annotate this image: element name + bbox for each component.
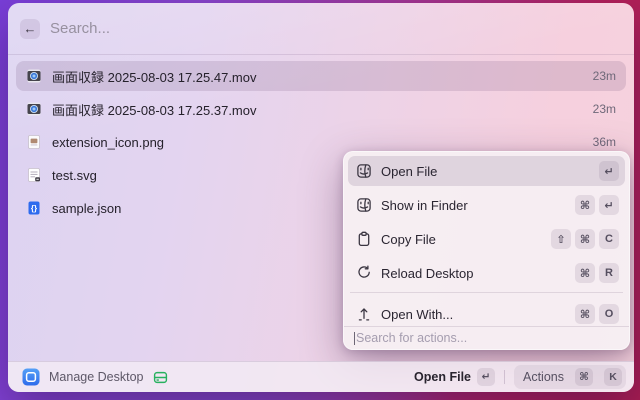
menu-item-label: Open File	[381, 164, 437, 179]
key-cmd: ⌘	[575, 304, 595, 324]
open-with-icon	[356, 306, 372, 322]
text-caret	[354, 332, 355, 345]
search-bar: ←	[8, 3, 634, 55]
drive-icon	[153, 370, 168, 385]
manage-desktop-app-icon	[22, 368, 40, 386]
back-button[interactable]: ←	[20, 19, 40, 39]
menu-item-open-file[interactable]: Open File ↵	[348, 156, 625, 186]
menu-item-reload-desktop[interactable]: Reload Desktop ⌘ R	[348, 258, 625, 288]
svg-file-icon	[26, 167, 42, 183]
footer-divider	[504, 370, 505, 384]
file-name: 画面収録 2025-08-03 17.25.47.mov	[52, 67, 257, 86]
movie-file-icon	[26, 101, 42, 117]
json-file-icon: {}	[26, 200, 42, 216]
file-name: extension_icon.png	[52, 135, 164, 150]
primary-action-label: Open File	[414, 370, 471, 384]
actions-search-bar	[344, 326, 629, 349]
file-age: 23m	[593, 102, 616, 116]
key-return: ↵	[599, 195, 619, 215]
primary-action-button[interactable]: Open File ↵	[414, 368, 495, 386]
key-cmd: ⌘	[575, 368, 593, 386]
menu-item-label: Copy File	[381, 232, 436, 247]
key-shift: ⇧	[551, 229, 571, 249]
menu-item-open-with[interactable]: Open With... ⌘ O	[348, 299, 625, 326]
key-return: ↵	[477, 368, 495, 386]
file-name: sample.json	[52, 201, 121, 216]
key-cmd: ⌘	[575, 263, 595, 283]
file-row-mov-1[interactable]: 画面収録 2025-08-03 17.25.47.mov 23m	[16, 61, 626, 91]
launcher-window: ← 画面収録 2025-08-03 17.25.47.mov 23m	[8, 3, 634, 392]
menu-divider	[350, 292, 623, 293]
file-row-mov-2[interactable]: 画面収録 2025-08-03 17.25.37.mov 23m	[16, 94, 626, 124]
reload-icon	[356, 265, 372, 281]
app-name-label: Manage Desktop	[49, 370, 144, 384]
movie-file-icon	[26, 68, 42, 84]
footer-bar: Manage Desktop Open File ↵ Actions ⌘ K	[8, 361, 634, 392]
actions-menu-list: Open File ↵ Show in Finder ⌘ ↵	[344, 152, 629, 326]
actions-button[interactable]: Actions ⌘ K	[514, 365, 626, 389]
actions-menu: Open File ↵ Show in Finder ⌘ ↵	[343, 151, 630, 350]
finder-icon	[356, 197, 372, 213]
key-letter: K	[604, 368, 622, 386]
image-file-icon	[26, 134, 42, 150]
menu-item-label: Show in Finder	[381, 198, 468, 213]
file-age: 36m	[593, 135, 616, 149]
menu-item-copy-file[interactable]: Copy File ⇧ ⌘ C	[348, 224, 625, 254]
key-letter: O	[599, 304, 619, 324]
actions-search-input[interactable]	[356, 331, 619, 345]
key-letter: C	[599, 229, 619, 249]
svg-text:{}: {}	[31, 204, 37, 213]
file-age: 23m	[593, 69, 616, 83]
file-name: 画面収録 2025-08-03 17.25.37.mov	[52, 100, 257, 119]
file-name: test.svg	[52, 168, 97, 183]
key-letter: R	[599, 263, 619, 283]
key-cmd: ⌘	[575, 195, 595, 215]
menu-item-label: Reload Desktop	[381, 266, 474, 281]
menu-item-show-in-finder[interactable]: Show in Finder ⌘ ↵	[348, 190, 625, 220]
finder-icon	[356, 163, 372, 179]
menu-item-label: Open With...	[381, 307, 453, 322]
key-return: ↵	[599, 161, 619, 181]
key-cmd: ⌘	[575, 229, 595, 249]
back-arrow-icon: ←	[24, 21, 37, 36]
search-input[interactable]	[50, 20, 618, 37]
clipboard-icon	[356, 231, 372, 247]
actions-button-label: Actions	[523, 370, 564, 384]
